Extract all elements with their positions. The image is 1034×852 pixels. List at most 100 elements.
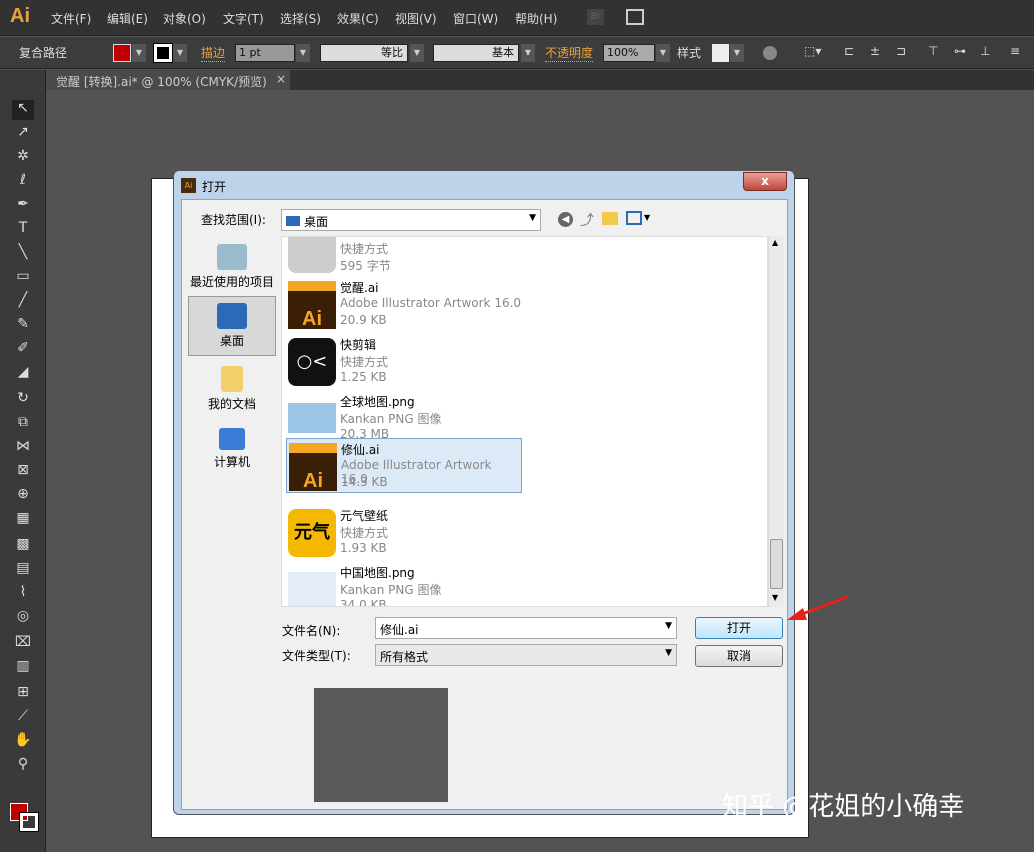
selection-tool-icon[interactable]: ↖ (12, 100, 34, 120)
brush-dropdown[interactable]: ▼ (521, 44, 535, 62)
file-list[interactable]: 快捷方式 595 字节 Ai 觉醒.ai Adobe Illustrator A… (281, 236, 768, 607)
red-arrow-annotation (787, 595, 848, 620)
list-item[interactable]: ○< 快剪辑 快捷方式 1.25 KB (286, 334, 522, 389)
menu-effect[interactable]: 效果(C) (337, 10, 379, 27)
menu-window[interactable]: 窗口(W) (453, 10, 498, 27)
lookin-combo[interactable]: 桌面 ▼ (281, 209, 541, 231)
recolor-artwork-icon[interactable] (763, 46, 777, 60)
symbol-sprayer-tool-icon[interactable]: ⌧ (12, 634, 34, 654)
list-item[interactable]: 中国地图.png Kankan PNG 图像 34.0 KB (286, 562, 522, 606)
column-graph-tool-icon[interactable]: ▥ (12, 658, 34, 678)
free-transform-tool-icon[interactable]: ⊠ (12, 462, 34, 482)
opacity-label[interactable]: 不透明度 (545, 44, 594, 62)
gradient-tool-icon[interactable]: ▤ (12, 560, 34, 580)
align-to-selection-icon[interactable]: ⬚▾ (804, 44, 821, 62)
align-left-icon[interactable]: ⊏ (844, 44, 854, 62)
line-tool-icon[interactable]: ╲ (12, 244, 34, 264)
list-item[interactable]: 元气 元气壁纸 快捷方式 1.93 KB (286, 505, 522, 560)
workspace-layout-icon[interactable] (626, 9, 644, 25)
place-label: 桌面 (219, 334, 244, 348)
list-item-selected[interactable]: Ai 修仙.ai Adobe Illustrator Artwork 16.0 … (286, 438, 522, 493)
align-right-icon[interactable]: ⊐ (896, 44, 906, 62)
menu-help[interactable]: 帮助(H) (515, 10, 557, 27)
mesh-tool-icon[interactable]: ▩ (12, 536, 34, 556)
place-desktop[interactable]: 桌面 (188, 296, 276, 356)
pencil-tool-icon[interactable]: ✎ (12, 316, 34, 336)
align-top-icon[interactable]: ⊤ (928, 44, 938, 62)
distribute-top-icon[interactable]: ≡ (1010, 44, 1020, 62)
file-list-scrollbar[interactable]: ▲ ▼ (768, 236, 784, 607)
align-vcenter-icon[interactable]: ⊶ (954, 44, 966, 62)
brush-definition[interactable]: 基本 (433, 44, 519, 62)
blob-brush-tool-icon[interactable]: ✐ (12, 340, 34, 360)
file-name: 快剪辑 (340, 338, 377, 352)
dialog-close-button[interactable]: x (743, 172, 787, 191)
fill-swatch[interactable] (113, 44, 131, 62)
shape-builder-tool-icon[interactable]: ⊕ (12, 486, 34, 506)
type-tool-icon[interactable]: T (12, 220, 34, 240)
bridge-button[interactable]: Br (587, 9, 604, 25)
stroke-color-swatch[interactable] (19, 812, 39, 832)
stroke-swatch[interactable] (153, 43, 173, 63)
menu-object[interactable]: 对象(O) (163, 10, 206, 27)
menu-file[interactable]: 文件(F) (51, 10, 91, 27)
scale-tool-icon[interactable]: ⧉ (12, 414, 34, 434)
style-label: 样式 (677, 46, 702, 60)
opacity-input[interactable]: 100% (603, 44, 655, 62)
stroke-weight-dropdown[interactable]: ▼ (296, 44, 310, 62)
view-menu-dropdown-icon[interactable]: ▼ (644, 213, 650, 222)
paintbrush-tool-icon[interactable]: ╱ (12, 292, 34, 312)
slice-tool-icon[interactable]: ⟋ (12, 708, 34, 728)
new-folder-icon[interactable] (602, 212, 618, 225)
align-bottom-icon[interactable]: ⊥ (980, 44, 990, 62)
width-tool-icon[interactable]: ⋈ (12, 438, 34, 458)
filetype-select[interactable]: 所有格式 ▼ (375, 644, 677, 666)
open-button[interactable]: 打开 (695, 617, 783, 639)
place-computer[interactable]: 计算机 (188, 422, 276, 482)
style-dropdown[interactable]: ▼ (730, 44, 744, 62)
menu-select[interactable]: 选择(S) (280, 10, 321, 27)
stroke-label[interactable]: 描边 (201, 44, 226, 62)
profile-dropdown[interactable]: ▼ (410, 44, 424, 62)
back-icon[interactable]: ◀ (558, 212, 573, 227)
up-folder-icon[interactable]: ⤴ (580, 210, 594, 230)
scroll-down-icon[interactable]: ▼ (772, 593, 778, 602)
place-documents[interactable]: 我的文档 (188, 360, 276, 420)
rectangle-tool-icon[interactable]: ▭ (12, 268, 34, 288)
menu-view[interactable]: 视图(V) (395, 10, 437, 27)
eraser-tool-icon[interactable]: ◢ (12, 364, 34, 384)
menu-type[interactable]: 文字(T) (223, 10, 264, 27)
zoom-tool-icon[interactable]: ⚲ (12, 756, 34, 776)
magic-wand-tool-icon[interactable]: ✲ (12, 148, 34, 168)
direct-selection-tool-icon[interactable]: ↗ (12, 124, 34, 144)
blend-tool-icon[interactable]: ◎ (12, 608, 34, 628)
list-item[interactable]: Ai 觉醒.ai Adobe Illustrator Artwork 16.0 … (286, 277, 522, 332)
pen-tool-icon[interactable]: ✒ (12, 196, 34, 216)
file-preview (314, 688, 448, 802)
view-menu-icon[interactable] (626, 211, 642, 225)
close-tab-icon[interactable]: × (276, 72, 286, 86)
list-item[interactable]: 快捷方式 595 字节 (286, 237, 522, 276)
scroll-up-icon[interactable]: ▲ (772, 238, 778, 247)
place-recent[interactable]: 最近使用的项目 (188, 238, 276, 298)
menu-edit[interactable]: 编辑(E) (107, 10, 148, 27)
scroll-thumb[interactable] (770, 539, 783, 589)
perspective-grid-tool-icon[interactable]: ▦ (12, 510, 34, 530)
stroke-weight-input[interactable]: 1 pt (235, 44, 295, 62)
shortcut-icon (288, 237, 336, 273)
rotate-tool-icon[interactable]: ↻ (12, 390, 34, 410)
fill-dropdown[interactable]: ▼ (132, 44, 146, 62)
eyedropper-tool-icon[interactable]: ⌇ (12, 584, 34, 604)
stroke-dropdown[interactable]: ▼ (173, 44, 187, 62)
ai-app-icon: Ai (181, 178, 196, 193)
filename-input[interactable]: 修仙.ai ▼ (375, 617, 677, 639)
graphic-style-swatch[interactable] (712, 44, 729, 62)
align-hcenter-icon[interactable]: ± (870, 44, 880, 62)
cancel-button[interactable]: 取消 (695, 645, 783, 667)
document-tab[interactable]: 觉醒 [转换].ai* @ 100% (CMYK/预览) × (46, 70, 290, 90)
variable-width-profile[interactable]: 等比 (320, 44, 408, 62)
artboard-tool-icon[interactable]: ⊞ (12, 684, 34, 704)
hand-tool-icon[interactable]: ✋ (12, 732, 34, 752)
lasso-tool-icon[interactable]: ℓ (12, 172, 34, 192)
opacity-dropdown[interactable]: ▼ (656, 44, 670, 62)
